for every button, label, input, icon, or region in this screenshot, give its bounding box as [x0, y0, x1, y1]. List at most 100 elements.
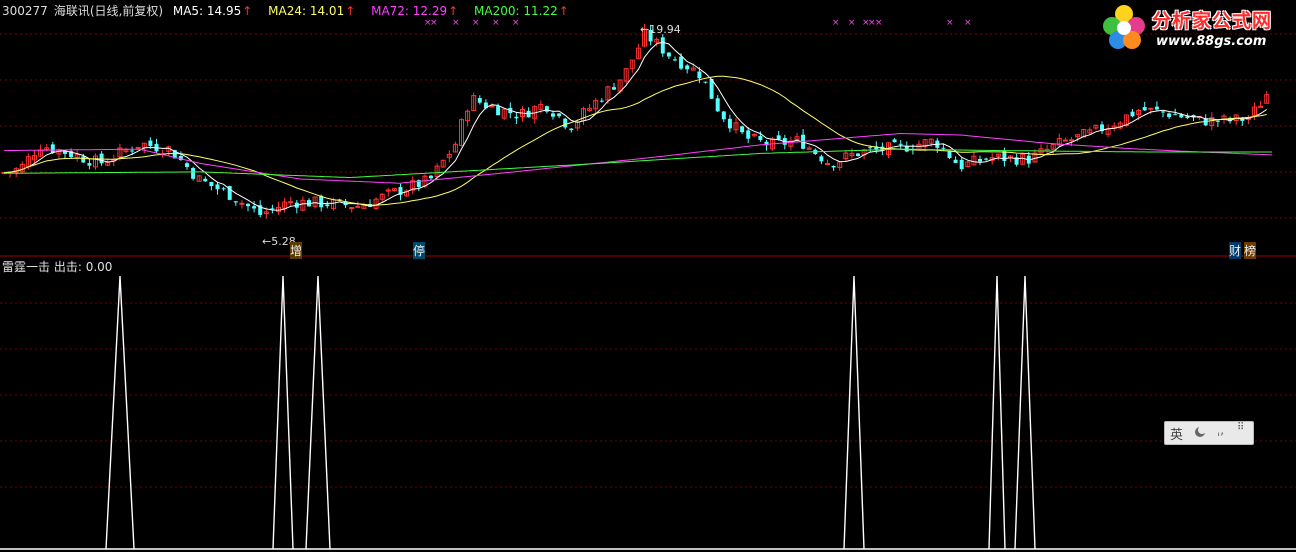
- candle-down: [679, 56, 684, 69]
- ma200-label: MA200: 11.22↑: [474, 4, 569, 18]
- candle-down: [746, 130, 751, 139]
- candle-down: [953, 159, 958, 164]
- candle-down: [740, 126, 745, 133]
- stock-name: 海联讯: [53, 4, 90, 18]
- indicator-title: 雷霆一击: [2, 260, 51, 274]
- candle-up: [239, 202, 245, 205]
- ma24-label: MA24: 14.01↑: [268, 4, 356, 18]
- candle-up: [135, 146, 141, 149]
- signal-marker: ×: [875, 18, 883, 28]
- signal-marker: ×: [430, 18, 438, 28]
- candle-down: [429, 175, 433, 179]
- candle-down: [209, 181, 214, 187]
- candle-down: [81, 156, 86, 163]
- signal-marker: ×: [512, 18, 520, 28]
- candle-down: [819, 156, 824, 162]
- candle-down: [898, 143, 903, 145]
- candle-down: [191, 167, 196, 179]
- candle-down: [947, 151, 952, 159]
- candle-down: [325, 204, 330, 207]
- candle-down: [569, 128, 574, 131]
- candle-down: [203, 178, 208, 182]
- candle-down: [551, 113, 555, 117]
- candle-down: [563, 118, 568, 128]
- period-label: (日线,前复权): [89, 4, 164, 18]
- grid-icon[interactable]: ⠿: [1237, 422, 1244, 433]
- candle-down: [496, 106, 501, 116]
- candle-down: [776, 135, 781, 140]
- signal-marker: ×: [832, 18, 840, 28]
- candle-down: [758, 135, 763, 140]
- stock-code: 300277: [2, 4, 48, 18]
- candle-down: [557, 113, 562, 117]
- candle-down: [1154, 106, 1159, 110]
- candle-down: [715, 98, 720, 112]
- signal-spike: [305, 275, 331, 550]
- ime-mode-button[interactable]: 英: [1170, 424, 1183, 443]
- chart-header: 300277 海联讯(日线,前复权) MA5: 14.95↑ MA24: 14.0…: [2, 2, 581, 19]
- candle-down: [50, 144, 55, 153]
- candle-down: [319, 195, 324, 208]
- candle-down: [1142, 107, 1147, 111]
- candle-down: [87, 163, 92, 166]
- candle-down: [252, 206, 257, 209]
- candle-down: [856, 153, 860, 156]
- candle-down: [959, 159, 964, 170]
- ma72-label: MA72: 12.29↑: [371, 4, 459, 18]
- candle-down: [1130, 111, 1135, 117]
- candle-down: [868, 147, 873, 149]
- candle-down: [130, 150, 135, 152]
- candle-down: [1167, 113, 1172, 118]
- candle-up: [1062, 139, 1068, 142]
- candle-down: [246, 203, 250, 207]
- signal-spike: [272, 275, 294, 550]
- candle-down: [221, 188, 226, 190]
- logo-title: 分析家公式网: [1152, 10, 1273, 32]
- candle-down: [477, 98, 482, 103]
- candle-up: [1148, 107, 1154, 110]
- candle-down: [544, 106, 549, 112]
- candle-up: [1258, 105, 1264, 108]
- candle-down: [215, 184, 220, 190]
- candle-down: [1173, 114, 1178, 116]
- candle-down: [233, 201, 238, 203]
- signal-spike: [988, 275, 1006, 550]
- candle-up: [355, 205, 361, 208]
- tag-zeng[interactable]: 增: [290, 242, 303, 259]
- candle-down: [978, 158, 982, 162]
- candle-down: [703, 81, 708, 83]
- indicator-value: 出击: 0.00: [53, 260, 113, 274]
- indicator-header: 雷霆一击 出击: 0.00: [2, 258, 112, 275]
- candle-up: [1069, 139, 1074, 142]
- signal-spike: [843, 275, 865, 550]
- tag-bang[interactable]: 榜: [1244, 242, 1257, 259]
- tag-cai[interactable]: 财: [1229, 242, 1242, 259]
- signal-marker: ×: [492, 18, 500, 28]
- moon-icon[interactable]: [1193, 425, 1207, 443]
- site-logo[interactable]: 分析家公式网 www.88gs.com: [1098, 2, 1292, 54]
- candle-down: [599, 100, 604, 102]
- candle-down: [660, 37, 665, 54]
- candle-down: [270, 208, 275, 210]
- price-chart[interactable]: ×× × × × × × × ×× × × ×: [0, 0, 1296, 552]
- signal-marker: ×: [964, 18, 972, 28]
- punct-icon[interactable]: ˌ,: [1217, 423, 1224, 437]
- signal-marker: ×: [848, 18, 856, 28]
- tag-ting[interactable]: 停: [413, 242, 426, 259]
- candle-down: [666, 52, 671, 57]
- ma5-label: MA5: 14.95↑: [172, 4, 253, 18]
- logo-flower-icon: [1103, 5, 1145, 49]
- candle-down: [892, 139, 897, 143]
- candle-up: [349, 207, 355, 210]
- signal-marker: ×: [946, 18, 954, 28]
- candle-down: [685, 65, 690, 70]
- candle-down: [514, 116, 519, 119]
- signal-spike: [105, 275, 135, 550]
- candle-down: [1161, 111, 1165, 113]
- ime-toolbar[interactable]: 英 ˌ, ⠿: [1164, 421, 1254, 445]
- candle-down: [984, 158, 989, 160]
- candle-down: [727, 118, 732, 129]
- high-price-label: ←19.94: [640, 23, 681, 36]
- signal-spike: [1014, 275, 1036, 550]
- signal-marker: ×: [452, 18, 460, 28]
